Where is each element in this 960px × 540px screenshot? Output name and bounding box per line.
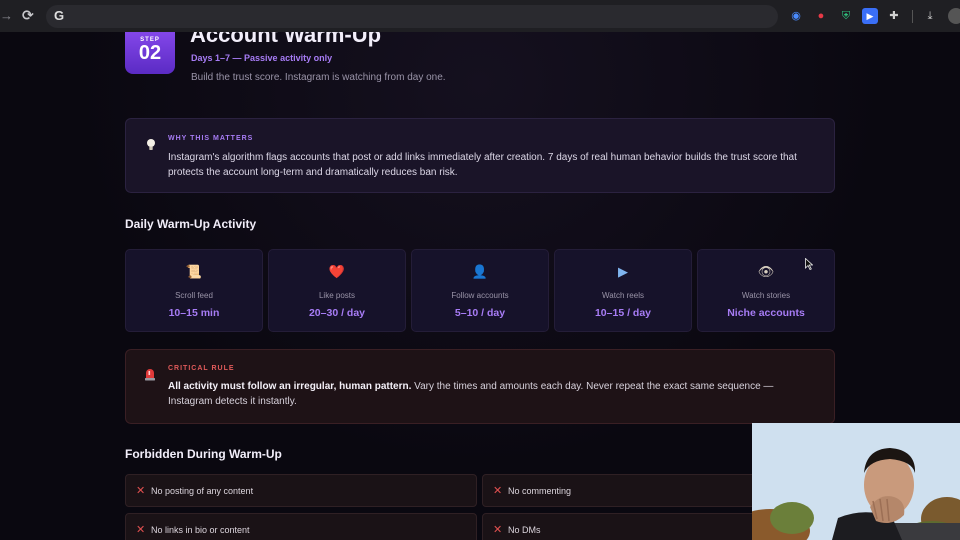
why-label: WHY THIS MATTERS	[168, 135, 254, 142]
reload-icon[interactable]: ⟳	[22, 7, 38, 23]
mouse-cursor-icon	[805, 258, 813, 270]
activity-label: Like posts	[318, 291, 356, 300]
step-badge: STEP 02	[125, 32, 175, 74]
why-callout: WHY THIS MATTERS Instagram's algorithm f…	[125, 118, 835, 193]
activity-section-title: Daily Warm-Up Activity	[125, 217, 257, 231]
why-text: Instagram's algorithm flags accounts tha…	[168, 152, 797, 178]
x-icon: ✕	[136, 485, 146, 497]
activity-value: Niche accounts	[727, 307, 805, 319]
google-icon: G	[54, 8, 65, 23]
critical-rule-label: CRITICAL RULE	[168, 365, 235, 372]
back-arrow-icon[interactable]: →	[0, 8, 13, 24]
activity-value: 10–15 min	[168, 307, 220, 319]
activity-label: Watch stories	[741, 291, 791, 300]
siren-icon	[145, 369, 155, 381]
lightbulb-icon	[147, 139, 155, 150]
activity-label: Scroll feed	[175, 291, 213, 300]
forbidden-item-label: No DMs	[508, 525, 541, 535]
x-icon: ✕	[493, 485, 503, 497]
shield-icon[interactable]: ⛨	[838, 8, 854, 24]
activity-card-scroll: 📜 Scroll feed 10–15 min	[125, 249, 263, 332]
play-button-icon: ▶	[618, 264, 628, 279]
webcam-video-frame	[752, 423, 960, 540]
eye-icon: 👁	[757, 264, 775, 279]
x-icon: ✕	[136, 524, 146, 536]
page-subtitle: Days 1–7 — Passive activity only	[191, 53, 333, 63]
profile-avatar[interactable]	[948, 8, 960, 24]
download-icon[interactable]: ⤓	[922, 8, 938, 24]
ladybug-icon[interactable]: ●	[813, 8, 829, 24]
forbidden-item-label: No links in bio or content	[151, 525, 250, 535]
browser-toolbar: → ⟳ G ◉ ● ⛨ ▶ ✚ ⤓	[0, 0, 960, 32]
page-description: Build the trust score. Instagram is watc…	[191, 72, 446, 83]
play-square-icon[interactable]: ▶	[862, 8, 878, 24]
critical-rule-emphasis: All activity must follow an irregular, h…	[168, 381, 412, 392]
address-bar[interactable]: G	[46, 5, 778, 28]
critical-rule-callout: CRITICAL RULE All activity must follow a…	[125, 349, 835, 424]
x-icon: ✕	[493, 524, 503, 536]
radio-waves-icon[interactable]: ◉	[788, 8, 804, 24]
scroll-icon: 📜	[185, 264, 203, 279]
activity-card-follow: 👤 Follow accounts 5–10 / day	[411, 249, 549, 332]
person-icon: 👤	[471, 264, 489, 279]
activity-card-stories: 👁 Watch stories Niche accounts	[697, 249, 835, 332]
toolbar-divider	[912, 10, 913, 23]
forbidden-item: ✕ No links in bio or content	[125, 513, 477, 540]
puzzle-icon[interactable]: ✚	[886, 8, 902, 24]
heart-icon: ❤️	[328, 264, 346, 279]
forbidden-item-label: No commenting	[508, 486, 572, 496]
forbidden-section-title: Forbidden During Warm-Up	[125, 447, 282, 461]
critical-rule-text: All activity must follow an irregular, h…	[168, 379, 808, 409]
activity-value: 20–30 / day	[308, 307, 366, 319]
activity-label: Follow accounts	[451, 291, 509, 300]
forbidden-item-label: No posting of any content	[151, 486, 254, 496]
activity-value: 5–10 / day	[454, 307, 506, 319]
page-title: Account Warm-Up	[190, 32, 382, 47]
activity-label: Watch reels	[602, 291, 644, 300]
activity-card-reels: ▶ Watch reels 10–15 / day	[554, 249, 692, 332]
activity-grid: 📜 Scroll feed 10–15 min ❤️ Like posts 20…	[125, 249, 835, 332]
forbidden-item: ✕ No posting of any content	[125, 474, 477, 507]
activity-card-like: ❤️ Like posts 20–30 / day	[268, 249, 406, 332]
webcam-overlay	[752, 423, 960, 540]
step-number: 02	[138, 42, 162, 64]
activity-value: 10–15 / day	[594, 307, 652, 319]
